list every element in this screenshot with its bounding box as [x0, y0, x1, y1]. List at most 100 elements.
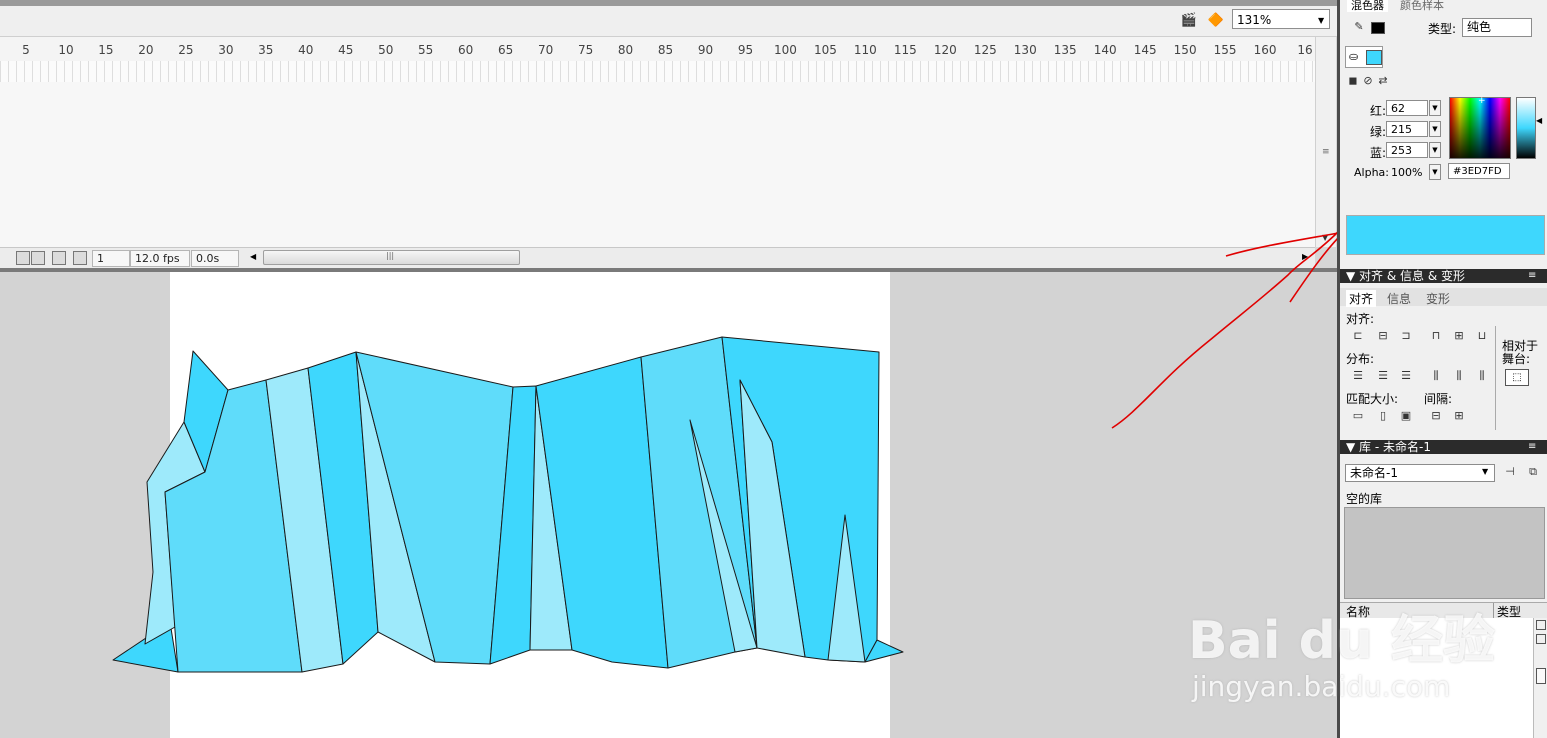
timeline-horizontal-scroll-thumb[interactable]: ||| — [263, 250, 520, 265]
distribute-top-icon[interactable]: ☰ — [1350, 369, 1366, 383]
stroke-color-swatch[interactable] — [1371, 22, 1385, 34]
new-library-panel-icon[interactable]: ⧉ — [1525, 465, 1541, 479]
timeline-frames[interactable] — [0, 61, 1315, 83]
align-bottom-icon[interactable]: ⊔ — [1474, 329, 1490, 343]
type-label: 类型: — [1428, 22, 1457, 36]
black-white-icon[interactable]: ◼ — [1345, 74, 1361, 88]
ruler-tick: 90 — [697, 43, 714, 57]
match-width-icon[interactable]: ▭ — [1350, 409, 1366, 423]
library-panel-header[interactable]: ▼ 库 - 未命名-1 — [1340, 440, 1547, 454]
red-slider-icon[interactable]: ▼ — [1429, 100, 1441, 116]
tab-align[interactable]: 对齐 — [1346, 290, 1377, 307]
distribute-right-icon[interactable]: ⫼ — [1474, 369, 1490, 383]
fill-color-button[interactable]: ⛀ — [1345, 46, 1383, 68]
crosshair-icon: + — [1478, 96, 1486, 106]
brightness-slider[interactable] — [1516, 97, 1536, 159]
ruler-tick: 160 — [1253, 43, 1277, 57]
align-vcenter-icon[interactable]: ⊞ — [1451, 329, 1467, 343]
distribute-vcenter-icon[interactable]: ☰ — [1375, 369, 1391, 383]
baidu-watermark-url: jingyan.baidu.com — [1192, 670, 1451, 703]
tab-transform[interactable]: 变形 — [1426, 290, 1450, 307]
library-preview — [1344, 507, 1545, 599]
ruler-tick: 50 — [378, 43, 394, 57]
match-height-icon[interactable]: ▯ — [1375, 409, 1391, 423]
paint-bucket-icon: ⛀ — [1349, 50, 1359, 63]
to-stage-toggle-icon[interactable]: ⬚ — [1505, 369, 1529, 386]
properties-icon[interactable] — [1536, 634, 1546, 644]
blue-input[interactable]: 253 — [1386, 142, 1428, 158]
align-top-icon[interactable]: ⊓ — [1428, 329, 1444, 343]
align-hcenter-icon[interactable]: ⊟ — [1375, 329, 1391, 343]
align-right-icon[interactable]: ⊐ — [1398, 329, 1414, 343]
tab-color-mixer[interactable]: 混色器 — [1347, 0, 1388, 12]
frame-rate[interactable]: 12.0 fps — [130, 250, 190, 267]
chevron-down-icon[interactable]: ▼ — [1482, 467, 1488, 476]
new-symbol-icon[interactable] — [1536, 620, 1546, 630]
annotation-arrow — [1111, 229, 1345, 429]
ruler-tick: 105 — [813, 43, 837, 57]
color-spectrum[interactable]: + — [1449, 96, 1511, 159]
match-size-label: 匹配大小: — [1346, 392, 1399, 406]
ruler-tick: 135 — [1053, 43, 1077, 57]
tab-info[interactable]: 信息 — [1387, 290, 1411, 307]
alpha-slider-icon[interactable]: ▼ — [1429, 164, 1441, 180]
timeline-vertical-scrollbar[interactable]: ≡ ▼ — [1315, 37, 1336, 247]
fill-type-select[interactable]: 纯色 — [1462, 18, 1532, 37]
onion-skin-icon[interactable] — [31, 251, 45, 265]
library-scrollbar[interactable] — [1533, 618, 1547, 738]
edit-symbols-icon[interactable]: 🔶 — [1205, 11, 1227, 31]
chevron-down-icon[interactable]: ▼ — [1318, 16, 1324, 25]
green-slider-icon[interactable]: ▼ — [1429, 121, 1441, 137]
align-panel-header[interactable]: ▼ 对齐 & 信息 & 变形 — [1340, 269, 1547, 283]
red-input[interactable]: 62 — [1386, 100, 1428, 116]
match-both-icon[interactable]: ▣ — [1398, 409, 1414, 423]
current-frame: 1 — [92, 250, 130, 267]
ruler-tick: 80 — [617, 43, 634, 57]
ruler-tick: 150 — [1173, 43, 1197, 57]
hex-input[interactable]: #3ED7FD — [1448, 163, 1510, 179]
timeline-ruler[interactable]: 5 10 15 20 25 30 35 40 45 50 55 60 65 70 75 80 85 90 95 100… — [0, 37, 1315, 62]
scroll-thumb[interactable] — [1536, 668, 1546, 684]
stroke-color-icon[interactable]: ✎ — [1351, 20, 1367, 34]
alpha-value[interactable]: 100% — [1391, 166, 1422, 179]
space-horizontal-icon[interactable]: ⊞ — [1451, 409, 1467, 423]
no-color-icon[interactable]: ⊘ — [1360, 74, 1376, 88]
edit-multiple-frames-icon[interactable] — [73, 251, 87, 265]
edit-scene-icon[interactable]: 🎬 — [1178, 11, 1200, 31]
pin-library-icon[interactable]: ⊣ — [1502, 465, 1518, 479]
ruler-tick: 100 — [773, 43, 797, 57]
green-input[interactable]: 215 — [1386, 121, 1428, 137]
scroll-left-icon[interactable]: ◀ — [250, 252, 256, 261]
ruler-tick: 155 — [1213, 43, 1237, 57]
ruler-tick: 35 — [258, 43, 274, 57]
ruler-tick: 60 — [458, 43, 474, 57]
distribute-label: 分布: — [1346, 352, 1375, 366]
stage-label: 舞台: — [1502, 352, 1531, 366]
panel-menu-icon[interactable]: ≡ — [1528, 440, 1536, 454]
ruler-tick: 30 — [218, 43, 234, 57]
fill-color-swatch[interactable] — [1366, 50, 1382, 65]
library-document-select[interactable]: 未命名-1 — [1345, 464, 1495, 482]
panel-menu-icon[interactable]: ≡ — [1528, 269, 1536, 283]
brightness-pointer-icon[interactable]: ◀ — [1536, 116, 1542, 125]
swap-colors-icon[interactable]: ⇄ — [1375, 74, 1391, 88]
ruler-tick: 110 — [853, 43, 877, 57]
onion-outline-icon[interactable] — [52, 251, 66, 265]
distribute-left-icon[interactable]: ⫼ — [1428, 369, 1444, 383]
align-left-icon[interactable]: ⊏ — [1350, 329, 1366, 343]
ruler-tick: 125 — [973, 43, 997, 57]
ruler-tick: 16 — [1297, 43, 1313, 57]
scroll-grip-icon: ||| — [386, 251, 395, 260]
space-vertical-icon[interactable]: ⊟ — [1428, 409, 1444, 423]
distribute-hcenter-icon[interactable]: ⫼ — [1451, 369, 1467, 383]
ruler-tick: 25 — [178, 43, 194, 57]
spacing-label: 间隔: — [1424, 392, 1453, 406]
blue-slider-icon[interactable]: ▼ — [1429, 142, 1441, 158]
tab-color-swatches[interactable]: 颜色样本 — [1400, 0, 1444, 12]
distribute-bottom-icon[interactable]: ☰ — [1398, 369, 1414, 383]
center-frame-icon[interactable] — [16, 251, 30, 265]
blue-label: 蓝: — [1370, 146, 1387, 160]
alpha-label: Alpha: — [1354, 166, 1389, 179]
ruler-tick: 120 — [933, 43, 957, 57]
zoom-select[interactable]: 131% — [1232, 9, 1330, 29]
